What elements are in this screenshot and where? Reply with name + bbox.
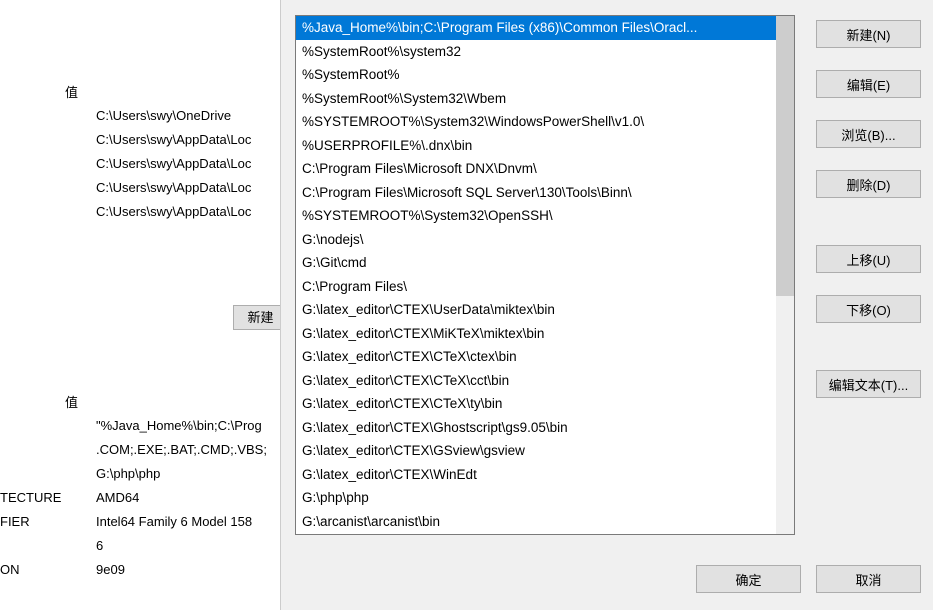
table-row: 6 bbox=[96, 538, 103, 553]
column-header-value: 值 bbox=[65, 82, 78, 101]
path-item[interactable]: C:\Program Files\ bbox=[296, 275, 778, 299]
delete-button[interactable]: 删除(D) bbox=[816, 170, 921, 198]
table-row: C:\Users\swy\AppData\Loc bbox=[96, 156, 251, 171]
table-row: AMD64 bbox=[96, 490, 139, 505]
path-item[interactable]: G:\latex_editor\CTEX\GSview\gsview bbox=[296, 439, 778, 463]
path-item[interactable]: G:\Git\cmd bbox=[296, 251, 778, 275]
browse-button[interactable]: 浏览(B)... bbox=[816, 120, 921, 148]
path-item[interactable]: %SYSTEMROOT%\System32\WindowsPowerShell\… bbox=[296, 110, 778, 134]
path-item[interactable]: %Java_Home%\bin;C:\Program Files (x86)\C… bbox=[296, 16, 778, 40]
path-item[interactable]: G:\php\php bbox=[296, 486, 778, 510]
table-row: C:\Users\swy\AppData\Loc bbox=[96, 180, 251, 195]
path-item[interactable]: G:\latex_editor\CTEX\CTeX\cct\bin bbox=[296, 369, 778, 393]
path-item[interactable]: G:\nodejs\ bbox=[296, 228, 778, 252]
path-item[interactable]: %SYSTEMROOT%\System32\OpenSSH\ bbox=[296, 204, 778, 228]
edittext-button[interactable]: 编辑文本(T)... bbox=[816, 370, 921, 398]
path-item[interactable]: G:\latex_editor\CTEX\CTeX\ctex\bin bbox=[296, 345, 778, 369]
path-item[interactable]: C:\Program Files\Microsoft SQL Server\13… bbox=[296, 181, 778, 205]
table-row: Intel64 Family 6 Model 158 bbox=[96, 514, 252, 529]
moveup-button[interactable]: 上移(U) bbox=[816, 245, 921, 273]
scrollbar-track[interactable] bbox=[776, 16, 794, 534]
path-item[interactable]: G:\latex_editor\CTEX\CTeX\ty\bin bbox=[296, 392, 778, 416]
path-item[interactable]: C:\Program Files\Microsoft DNX\Dnvm\ bbox=[296, 157, 778, 181]
path-listbox[interactable]: %Java_Home%\bin;C:\Program Files (x86)\C… bbox=[295, 15, 795, 535]
path-item[interactable]: %USERPROFILE%\.dnx\bin bbox=[296, 134, 778, 158]
table-row: G:\php\php bbox=[96, 466, 160, 481]
path-item[interactable]: %SystemRoot%\system32 bbox=[296, 40, 778, 64]
var-label: TECTURE bbox=[0, 490, 61, 505]
table-row: "%Java_Home%\bin;C:\Prog bbox=[96, 418, 262, 433]
table-row: .COM;.EXE;.BAT;.CMD;.VBS; bbox=[96, 442, 267, 457]
var-label: FIER bbox=[0, 514, 30, 529]
path-item[interactable]: G:\latex_editor\CTEX\MiKTeX\miktex\bin bbox=[296, 322, 778, 346]
path-item[interactable]: %SystemRoot% bbox=[296, 63, 778, 87]
var-label: ON bbox=[0, 562, 20, 577]
path-item[interactable]: G:\arcanist\arcanist\bin bbox=[296, 510, 778, 534]
cancel-button[interactable]: 取消 bbox=[816, 565, 921, 593]
path-item[interactable]: G:\latex_editor\CTEX\WinEdt bbox=[296, 463, 778, 487]
new-button[interactable]: 新建(N) bbox=[816, 20, 921, 48]
path-item[interactable]: G:\latex_editor\CTEX\Ghostscript\gs9.05\… bbox=[296, 416, 778, 440]
table-row: C:\Users\swy\OneDrive bbox=[96, 108, 231, 123]
edit-button[interactable]: 编辑(E) bbox=[816, 70, 921, 98]
ok-button[interactable]: 确定 bbox=[696, 565, 801, 593]
movedown-button[interactable]: 下移(O) bbox=[816, 295, 921, 323]
edit-path-dialog: %Java_Home%\bin;C:\Program Files (x86)\C… bbox=[280, 0, 933, 610]
path-item[interactable]: %SystemRoot%\System32\Wbem bbox=[296, 87, 778, 111]
table-row: 9e09 bbox=[96, 562, 125, 577]
column-header-value: 值 bbox=[65, 392, 78, 411]
scrollbar-thumb[interactable] bbox=[776, 16, 794, 296]
table-row: C:\Users\swy\AppData\Loc bbox=[96, 204, 251, 219]
path-item[interactable]: G:\latex_editor\CTEX\UserData\miktex\bin bbox=[296, 298, 778, 322]
table-row: C:\Users\swy\AppData\Loc bbox=[96, 132, 251, 147]
